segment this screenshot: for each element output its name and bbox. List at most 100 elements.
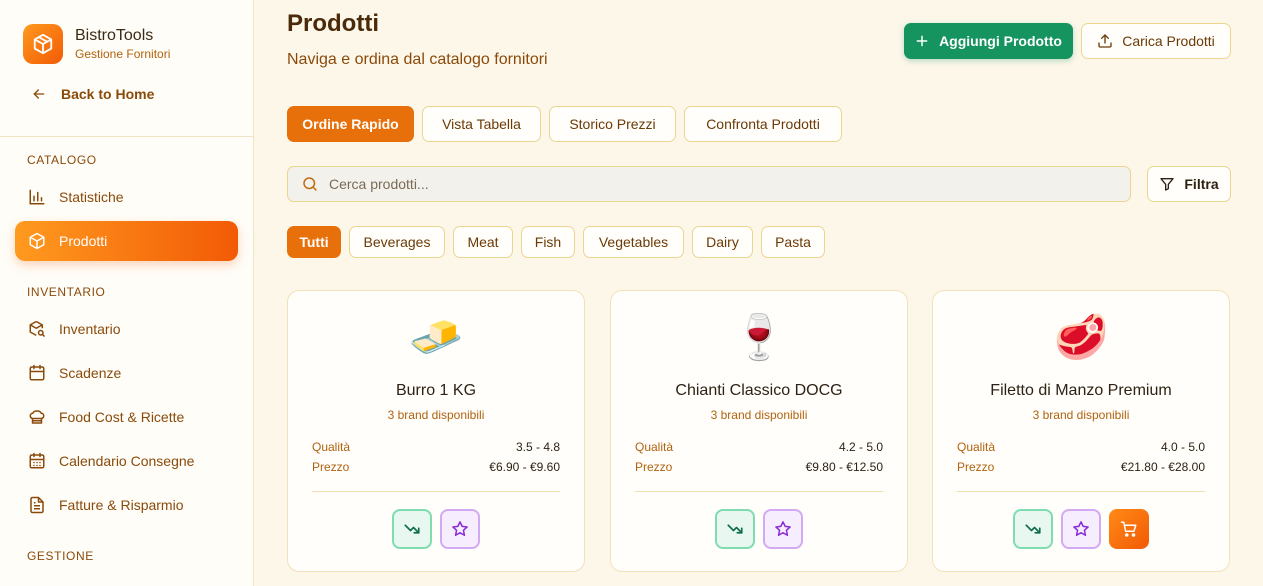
- section-title-gestione: GESTIONE: [27, 549, 94, 563]
- quality-row: Qualità 4.0 - 5.0: [957, 440, 1205, 454]
- upload-icon: [1098, 34, 1112, 48]
- sidebar: BistroTools Gestione Fornitori Back to H…: [0, 0, 254, 586]
- app-subtitle: Gestione Fornitori: [75, 47, 171, 61]
- tab-confronta-prodotti[interactable]: Confronta Prodotti: [684, 106, 842, 142]
- quality-label: Qualità: [635, 440, 674, 454]
- star-icon: [452, 521, 468, 536]
- wine-glass-icon: 🍷: [731, 313, 787, 362]
- tab-ordine-rapido[interactable]: Ordine Rapido: [287, 106, 414, 142]
- product-card[interactable]: 🍷 Chianti Classico DOCG 3 brand disponib…: [610, 290, 908, 572]
- favorite-button[interactable]: [763, 509, 803, 549]
- product-card[interactable]: 🧈 Burro 1 KG 3 brand disponibili Qualità…: [287, 290, 585, 572]
- tab-vista-tabella[interactable]: Vista Tabella: [422, 106, 541, 142]
- price-label: Prezzo: [312, 460, 350, 474]
- card-divider: [957, 491, 1205, 492]
- price-row: Prezzo €9.80 - €12.50: [635, 460, 883, 474]
- sidebar-item-label: Scadenze: [59, 365, 122, 381]
- favorite-button[interactable]: [440, 509, 480, 549]
- price-value: €6.90 - €9.60: [489, 460, 560, 474]
- arrow-left-icon: [33, 89, 45, 99]
- category-chip-dairy[interactable]: Dairy: [692, 226, 753, 258]
- chef-hat-icon: [27, 407, 47, 427]
- filter-label: Filtra: [1184, 176, 1219, 192]
- upload-products-button[interactable]: Carica Prodotti: [1081, 23, 1231, 59]
- calendar-days-icon: [27, 451, 47, 471]
- box-logo-icon: [23, 24, 63, 64]
- category-chip-vegetables[interactable]: Vegetables: [583, 226, 684, 258]
- sidebar-item-scadenze[interactable]: Scadenze: [15, 353, 238, 393]
- page-title: Prodotti: [287, 10, 379, 37]
- section-title-catalogo: CATALOGO: [27, 153, 97, 167]
- category-chip-tutti[interactable]: Tutti: [287, 226, 341, 258]
- category-chip-beverages[interactable]: Beverages: [349, 226, 445, 258]
- calendar-icon: [27, 363, 47, 383]
- category-chip-meat[interactable]: Meat: [453, 226, 513, 258]
- file-text-icon: [27, 495, 47, 515]
- sidebar-item-label: Inventario: [59, 321, 121, 337]
- star-icon: [1073, 521, 1089, 536]
- category-chip-fish[interactable]: Fish: [521, 226, 575, 258]
- sidebar-item-prodotti[interactable]: Prodotti: [15, 221, 238, 261]
- price-value: €21.80 - €28.00: [1120, 460, 1205, 474]
- card-actions: [288, 509, 584, 549]
- price-row: Prezzo €21.80 - €28.00: [957, 460, 1205, 474]
- back-label: Back to Home: [61, 86, 155, 102]
- search-bar: [287, 166, 1131, 202]
- card-actions: [611, 509, 907, 549]
- product-brands: 3 brand disponibili: [1032, 408, 1130, 422]
- trending-down-icon: [727, 524, 743, 534]
- price-trend-button[interactable]: [1013, 509, 1053, 549]
- steak-icon: 🥩: [1053, 313, 1109, 362]
- back-to-home-link[interactable]: Back to Home: [31, 86, 154, 102]
- add-product-label: Aggiungi Prodotto: [939, 33, 1062, 49]
- price-label: Prezzo: [635, 460, 673, 474]
- price-trend-button[interactable]: [715, 509, 755, 549]
- card-divider: [635, 491, 883, 492]
- page-subtitle: Naviga e ordina dal catalogo fornitori: [287, 51, 548, 68]
- tab-storico-prezzi[interactable]: Storico Prezzi: [549, 106, 676, 142]
- sidebar-item-inventario[interactable]: Inventario: [15, 309, 238, 349]
- section-title-inventario: INVENTARIO: [27, 285, 106, 299]
- upload-products-label: Carica Prodotti: [1122, 33, 1215, 49]
- search-input[interactable]: [329, 176, 1089, 192]
- price-label: Prezzo: [957, 460, 995, 474]
- product-name: Filetto di Manzo Premium: [990, 382, 1172, 399]
- sidebar-item-label: Calendario Consegne: [59, 453, 195, 469]
- app-name: BistroTools: [75, 27, 154, 44]
- sidebar-divider: [0, 136, 254, 137]
- trending-down-icon: [1025, 524, 1041, 534]
- price-value: €9.80 - €12.50: [805, 460, 883, 474]
- butter-icon: 🧈: [408, 313, 464, 362]
- brand[interactable]: BistroTools Gestione Fornitori: [23, 24, 170, 64]
- star-icon: [775, 521, 791, 536]
- plus-icon: [916, 35, 928, 47]
- quality-row: Qualità 3.5 - 4.8: [312, 440, 560, 454]
- price-trend-button[interactable]: [392, 509, 432, 549]
- category-chip-pasta[interactable]: Pasta: [761, 226, 825, 258]
- search-icon: [303, 177, 317, 191]
- product-name: Chianti Classico DOCG: [675, 382, 843, 399]
- sidebar-item-label: Prodotti: [59, 233, 108, 249]
- product-brands: 3 brand disponibili: [710, 408, 808, 422]
- filter-button[interactable]: Filtra: [1147, 166, 1231, 202]
- package-search-icon: [27, 319, 47, 339]
- sidebar-item-food-cost[interactable]: Food Cost & Ricette: [15, 397, 238, 437]
- add-product-button[interactable]: Aggiungi Prodotto: [904, 23, 1073, 59]
- sidebar-item-label: Food Cost & Ricette: [59, 409, 185, 425]
- package-icon: [27, 231, 47, 251]
- quality-row: Qualità 4.2 - 5.0: [635, 440, 883, 454]
- add-to-cart-button[interactable]: [1109, 509, 1149, 549]
- quality-label: Qualità: [957, 440, 996, 454]
- sidebar-item-calendario-consegne[interactable]: Calendario Consegne: [15, 441, 238, 481]
- price-row: Prezzo €6.90 - €9.60: [312, 460, 560, 474]
- quality-label: Qualità: [312, 440, 351, 454]
- favorite-button[interactable]: [1061, 509, 1101, 549]
- filter-icon: [1160, 178, 1175, 191]
- product-card[interactable]: 🥩 Filetto di Manzo Premium 3 brand dispo…: [932, 290, 1230, 572]
- bar-chart-icon: [27, 187, 47, 207]
- sidebar-item-fatture[interactable]: Fatture & Risparmio: [15, 485, 238, 525]
- quality-value: 4.2 - 5.0: [838, 440, 883, 454]
- cart-icon: [1120, 521, 1137, 537]
- product-brands: 3 brand disponibili: [387, 408, 485, 422]
- sidebar-item-statistiche[interactable]: Statistiche: [15, 177, 238, 217]
